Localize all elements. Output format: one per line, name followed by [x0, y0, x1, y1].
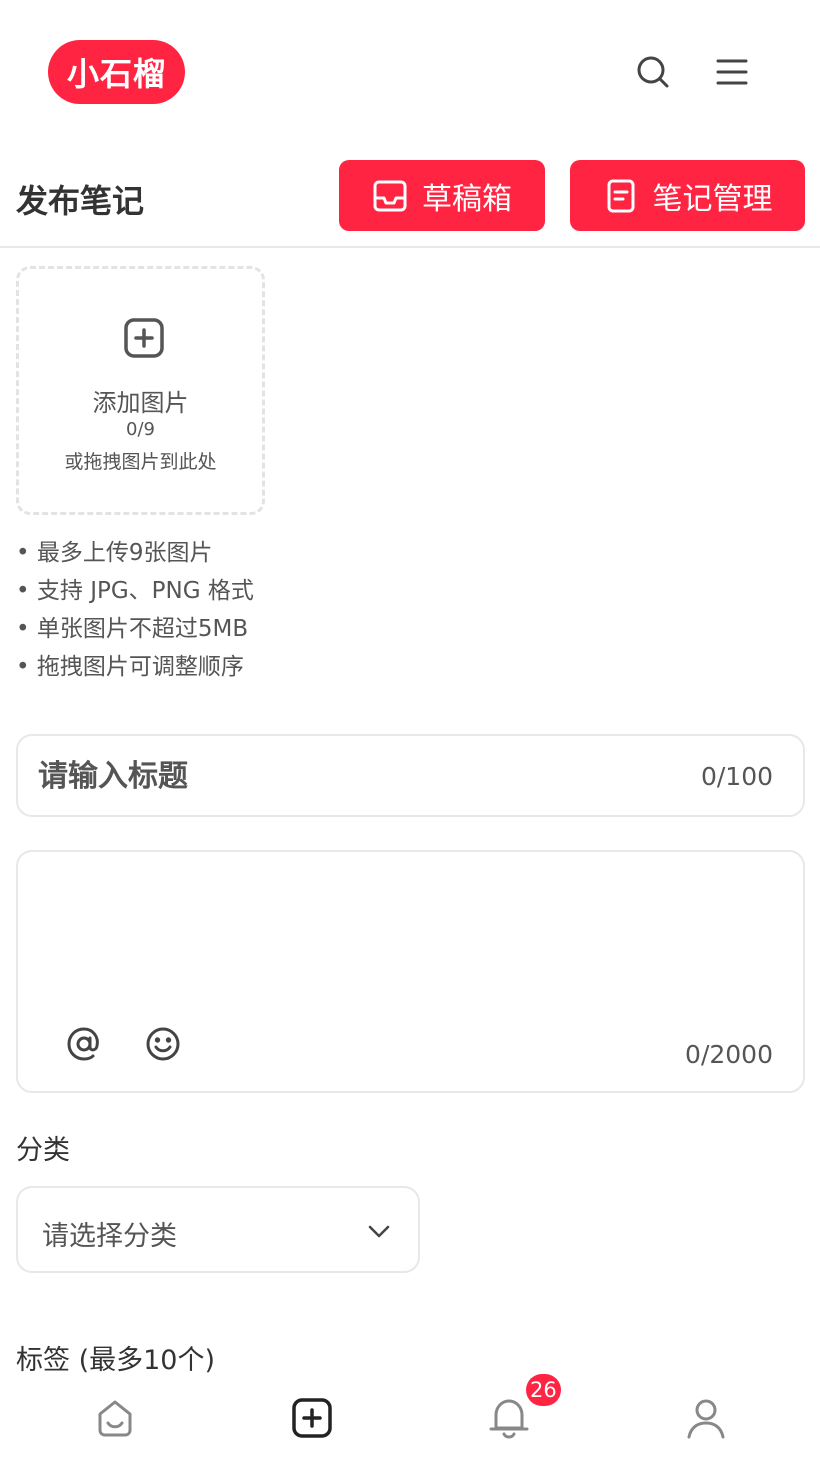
document-icon [603, 178, 639, 214]
tip-item: 单张图片不超过5MB [16, 612, 254, 650]
profile-icon[interactable] [682, 1394, 730, 1442]
tip-item: 拖拽图片可调整顺序 [16, 650, 254, 688]
search-icon[interactable] [633, 52, 673, 92]
top-bar: 小石榴 [0, 0, 820, 140]
home-icon[interactable] [91, 1394, 139, 1442]
page-header: 发布笔记 草稿箱 笔记管理 [0, 150, 820, 248]
content-field-wrapper: 0/2000 [16, 850, 805, 1093]
title-char-count: 0/100 [700, 762, 773, 791]
notification-icon[interactable] [485, 1394, 533, 1442]
note-manage-label: 笔记管理 [652, 181, 773, 217]
content-char-count: 0/2000 [685, 1040, 773, 1069]
upload-drag-hint: 或拖拽图片到此处 [64, 451, 217, 473]
drafts-label: 草稿箱 [422, 181, 512, 217]
title-field-wrapper: 0/100 [16, 734, 805, 817]
upload-label: 添加图片 [92, 389, 189, 417]
bottom-nav [0, 1376, 820, 1464]
tip-item: 最多上传9张图片 [16, 536, 254, 574]
at-icon[interactable] [64, 1024, 104, 1064]
notification-badge: 26 [526, 1374, 561, 1406]
category-selected-value: 请选择分类 [42, 1221, 177, 1252]
chevron-down-icon [366, 1218, 392, 1244]
publish-icon[interactable] [288, 1394, 336, 1442]
upload-tips: 最多上传9张图片 支持 JPG、PNG 格式 单张图片不超过5MB 拖拽图片可调… [16, 536, 254, 688]
plus-square-icon [123, 317, 165, 359]
inbox-icon [372, 178, 408, 214]
menu-icon[interactable] [712, 52, 752, 92]
category-select[interactable]: 请选择分类 [16, 1186, 420, 1273]
category-label: 分类 [16, 1135, 70, 1166]
publish-note-page: 小石榴 发布笔记 草稿箱 笔记管理 添加图片 0/9 或拖拽图片到此处 • 最多… [0, 0, 820, 1464]
page-title: 发布笔记 [16, 182, 145, 220]
tip-item: 支持 JPG、PNG 格式 [16, 574, 254, 612]
note-manage-button[interactable]: 笔记管理 [570, 160, 805, 231]
content-textarea[interactable] [38, 870, 783, 1010]
app-logo[interactable]: 小石榴 [48, 40, 185, 104]
tags-label: 标签 (最多10个) [16, 1345, 216, 1376]
emoji-icon[interactable] [143, 1024, 183, 1064]
title-input[interactable] [38, 754, 678, 798]
drafts-button[interactable]: 草稿箱 [339, 160, 545, 231]
image-upload-dropzone[interactable]: 添加图片 0/9 或拖拽图片到此处 [16, 266, 265, 515]
upload-count: 0/9 [126, 419, 155, 440]
